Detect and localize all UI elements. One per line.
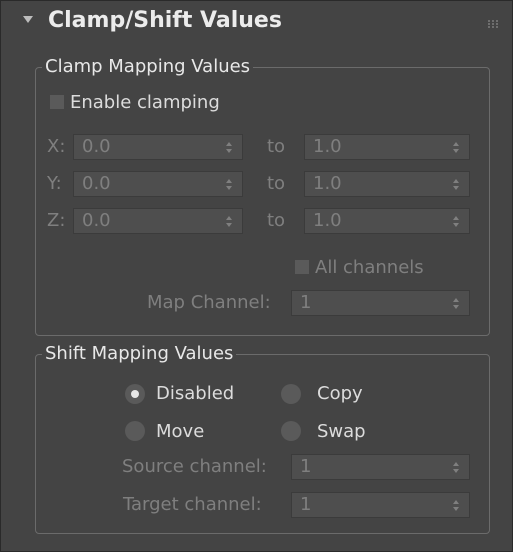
source-channel-value[interactable]: 1 [300,456,311,478]
z-to-value[interactable]: 1.0 [313,210,342,232]
spinner-arrows-icon[interactable] [453,298,460,309]
clamp-shift-rollout: Clamp/Shift Values Clamp Mapping Values … [0,0,513,552]
x-from-value[interactable]: 0.0 [82,136,111,158]
enable-clamping-label[interactable]: Enable clamping [70,92,220,114]
y-from-value[interactable]: 0.0 [82,173,111,195]
y-from-spinner[interactable]: 0.0 [73,171,243,197]
target-channel-value[interactable]: 1 [300,494,311,516]
enable-clamping-checkbox[interactable] [50,95,64,109]
target-channel-spinner[interactable]: 1 [291,492,470,518]
clamp-group-legend: Clamp Mapping Values [42,56,254,78]
source-channel-label: Source channel: [122,456,267,477]
shift-group-legend: Shift Mapping Values [42,343,237,365]
z-to-label: to [267,210,286,231]
spinner-arrows-icon[interactable] [226,179,233,190]
z-from-spinner[interactable]: 0.0 [73,208,243,234]
spinner-arrows-icon[interactable] [453,216,460,227]
grip-dots-icon[interactable] [488,20,498,28]
spinner-arrows-icon[interactable] [226,142,233,153]
x-axis-label: X: [47,136,66,157]
spinner-arrows-icon[interactable] [453,179,460,190]
x-to-value[interactable]: 1.0 [313,136,342,158]
y-axis-label: Y: [47,173,62,194]
z-to-spinner[interactable]: 1.0 [304,208,470,234]
spinner-arrows-icon[interactable] [453,500,460,511]
radio-disabled[interactable] [125,384,145,404]
x-to-spinner[interactable]: 1.0 [304,134,470,160]
radio-move[interactable] [125,421,145,441]
z-from-value[interactable]: 0.0 [82,210,111,232]
all-channels-checkbox[interactable] [295,260,309,274]
target-channel-label: Target channel: [123,494,262,515]
radio-swap-label[interactable]: Swap [317,421,366,443]
map-channel-label: Map Channel: [147,292,271,313]
rollout-title[interactable]: Clamp/Shift Values [48,8,282,33]
map-channel-spinner[interactable]: 1 [291,290,470,316]
radio-swap[interactable] [281,421,301,441]
radio-disabled-label[interactable]: Disabled [156,383,234,405]
radio-copy[interactable] [281,384,301,404]
y-to-value[interactable]: 1.0 [313,173,342,195]
x-from-spinner[interactable]: 0.0 [73,134,243,160]
radio-move-label[interactable]: Move [156,421,204,443]
source-channel-spinner[interactable]: 1 [291,454,470,480]
map-channel-value[interactable]: 1 [300,292,311,314]
spinner-arrows-icon[interactable] [453,462,460,473]
all-channels-label[interactable]: All channels [315,257,424,279]
x-to-label: to [267,136,286,157]
y-to-spinner[interactable]: 1.0 [304,171,470,197]
y-to-label: to [267,173,286,194]
spinner-arrows-icon[interactable] [226,216,233,227]
radio-copy-label[interactable]: Copy [317,383,363,405]
rollout-header[interactable]: Clamp/Shift Values [1,1,512,45]
spinner-arrows-icon[interactable] [453,142,460,153]
z-axis-label: Z: [47,210,66,231]
triangle-down-icon[interactable] [23,16,33,23]
